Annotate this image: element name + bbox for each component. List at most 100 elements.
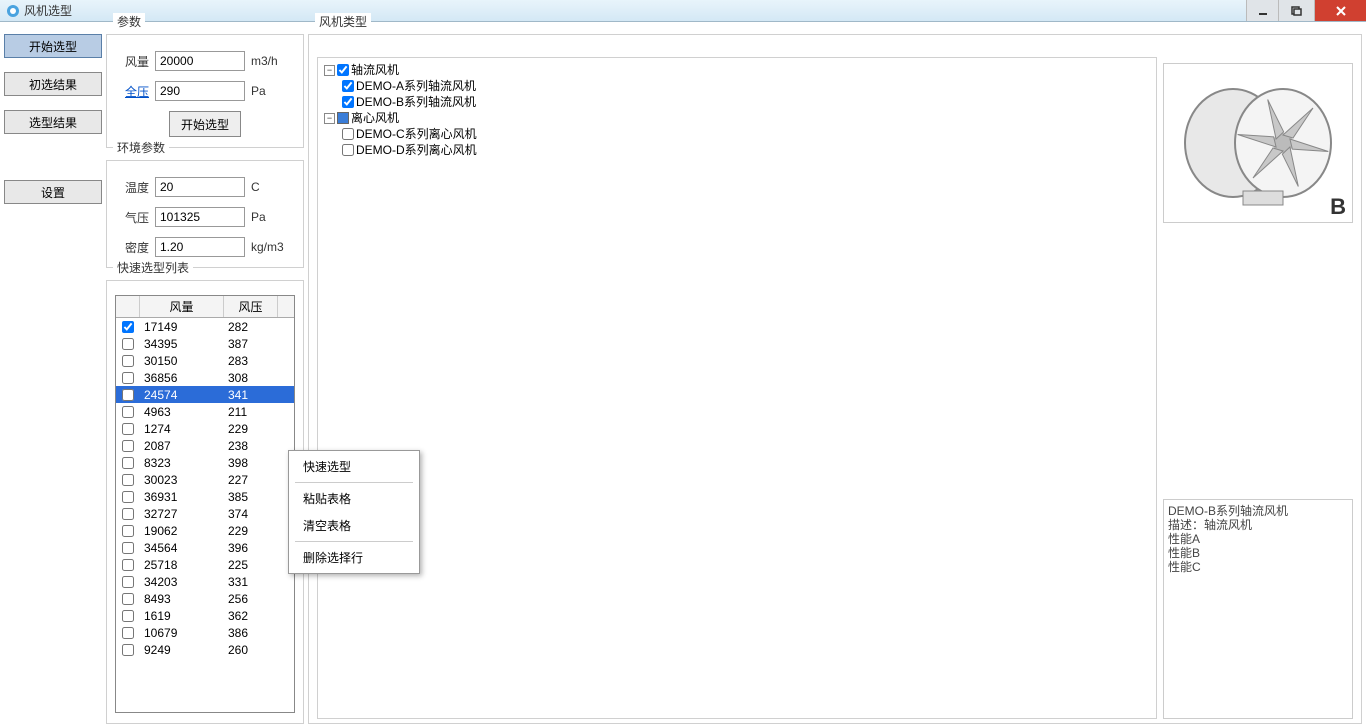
flow-unit: m3/h bbox=[251, 54, 285, 68]
tree-checkbox[interactable] bbox=[342, 80, 354, 92]
context-menu: 快速选型 粘贴表格 清空表格 删除选择行 bbox=[288, 450, 420, 574]
table-row[interactable]: 32727374 bbox=[116, 505, 294, 522]
window-title: 风机选型 bbox=[24, 2, 1246, 19]
row-checkbox[interactable] bbox=[122, 644, 134, 656]
row-checkbox[interactable] bbox=[122, 355, 134, 367]
tree-checkbox[interactable] bbox=[342, 96, 354, 108]
tree-node-demo-d[interactable]: DEMO-D系列离心风机 bbox=[356, 142, 477, 158]
tree-node-demo-c[interactable]: DEMO-C系列离心风机 bbox=[356, 126, 477, 142]
fan-preview-image: B bbox=[1163, 63, 1353, 223]
table-row[interactable]: 30150283 bbox=[116, 352, 294, 369]
menu-delete-row[interactable]: 删除选择行 bbox=[291, 544, 417, 571]
table-row[interactable]: 2087238 bbox=[116, 437, 294, 454]
cell-flow: 24574 bbox=[140, 388, 224, 402]
temp-input[interactable] bbox=[155, 177, 245, 197]
row-checkbox[interactable] bbox=[122, 372, 134, 384]
cell-flow: 32727 bbox=[140, 507, 224, 521]
titlebar: 风机选型 bbox=[0, 0, 1366, 22]
tree-node-demo-a[interactable]: DEMO-A系列轴流风机 bbox=[356, 78, 476, 94]
table-row[interactable]: 25718225 bbox=[116, 556, 294, 573]
row-checkbox[interactable] bbox=[122, 338, 134, 350]
row-checkbox[interactable] bbox=[122, 508, 134, 520]
row-checkbox[interactable] bbox=[122, 321, 134, 333]
cell-press: 260 bbox=[224, 643, 278, 657]
table-row[interactable]: 30023227 bbox=[116, 471, 294, 488]
density-input[interactable] bbox=[155, 237, 245, 257]
nav-prelim-result[interactable]: 初选结果 bbox=[4, 72, 102, 96]
close-button[interactable] bbox=[1314, 0, 1366, 21]
start-selection-button[interactable]: 开始选型 bbox=[169, 111, 241, 137]
row-checkbox[interactable] bbox=[122, 406, 134, 418]
row-checkbox[interactable] bbox=[122, 627, 134, 639]
flow-input[interactable] bbox=[155, 51, 245, 71]
nav-settings[interactable]: 设置 bbox=[4, 180, 102, 204]
quick-list-group: 快速选型列表 风量 风压 171492823439538730150283368… bbox=[106, 280, 304, 724]
tree-checkbox[interactable] bbox=[337, 64, 349, 76]
row-checkbox[interactable] bbox=[122, 474, 134, 486]
row-checkbox[interactable] bbox=[122, 491, 134, 503]
pressure-label-link[interactable]: 全压 bbox=[115, 83, 149, 100]
tree-node-demo-b[interactable]: DEMO-B系列轴流风机 bbox=[356, 94, 476, 110]
tree-checkbox[interactable] bbox=[342, 144, 354, 156]
expander-icon[interactable]: − bbox=[324, 65, 335, 76]
cell-flow: 34564 bbox=[140, 541, 224, 555]
menu-clear-table[interactable]: 清空表格 bbox=[291, 512, 417, 539]
row-checkbox[interactable] bbox=[122, 610, 134, 622]
row-checkbox[interactable] bbox=[122, 389, 134, 401]
tree-checkbox[interactable] bbox=[342, 128, 354, 140]
table-row[interactable]: 8323398 bbox=[116, 454, 294, 471]
table-row[interactable]: 34564396 bbox=[116, 539, 294, 556]
table-row[interactable]: 1619362 bbox=[116, 607, 294, 624]
row-checkbox[interactable] bbox=[122, 457, 134, 469]
cell-flow: 8493 bbox=[140, 592, 224, 606]
cell-flow: 4963 bbox=[140, 405, 224, 419]
table-row[interactable]: 8493256 bbox=[116, 590, 294, 607]
table-row[interactable]: 34395387 bbox=[116, 335, 294, 352]
col-press[interactable]: 风压 bbox=[224, 296, 278, 317]
cell-press: 398 bbox=[224, 456, 278, 470]
table-row[interactable]: 36931385 bbox=[116, 488, 294, 505]
cell-flow: 9249 bbox=[140, 643, 224, 657]
table-row[interactable]: 10679386 bbox=[116, 624, 294, 641]
nav-selection-result[interactable]: 选型结果 bbox=[4, 110, 102, 134]
menu-quick-select[interactable]: 快速选型 bbox=[291, 453, 417, 480]
row-checkbox[interactable] bbox=[122, 542, 134, 554]
tree-node-centrifugal[interactable]: 离心风机 bbox=[351, 110, 399, 126]
table-row[interactable]: 36856308 bbox=[116, 369, 294, 386]
row-checkbox[interactable] bbox=[122, 423, 134, 435]
table-row[interactable]: 34203331 bbox=[116, 573, 294, 590]
cell-press: 341 bbox=[224, 388, 278, 402]
quick-list-body[interactable]: 1714928234395387301502833685630824574341… bbox=[116, 318, 294, 712]
baro-label: 气压 bbox=[115, 209, 149, 226]
row-checkbox[interactable] bbox=[122, 525, 134, 537]
tree-checkbox-partial[interactable] bbox=[337, 112, 349, 124]
cell-flow: 19062 bbox=[140, 524, 224, 538]
cell-flow: 10679 bbox=[140, 626, 224, 640]
expander-icon[interactable]: − bbox=[324, 113, 335, 124]
table-row[interactable]: 4963211 bbox=[116, 403, 294, 420]
table-row[interactable]: 9249260 bbox=[116, 641, 294, 658]
fan-type-tree[interactable]: − 轴流风机 DEMO-A系列轴流风机 bbox=[317, 57, 1157, 719]
pressure-input[interactable] bbox=[155, 81, 245, 101]
row-checkbox[interactable] bbox=[122, 576, 134, 588]
quick-list-header: 风量 风压 bbox=[116, 296, 294, 318]
col-flow[interactable]: 风量 bbox=[140, 296, 224, 317]
nav-start-selection[interactable]: 开始选型 bbox=[4, 34, 102, 58]
table-row[interactable]: 19062229 bbox=[116, 522, 294, 539]
row-checkbox[interactable] bbox=[122, 559, 134, 571]
maximize-button[interactable] bbox=[1278, 0, 1314, 21]
baro-input[interactable] bbox=[155, 207, 245, 227]
table-row[interactable]: 17149282 bbox=[116, 318, 294, 335]
tree-node-axial[interactable]: 轴流风机 bbox=[351, 62, 399, 78]
table-row[interactable]: 1274229 bbox=[116, 420, 294, 437]
row-checkbox[interactable] bbox=[122, 440, 134, 452]
pressure-unit: Pa bbox=[251, 84, 285, 98]
row-checkbox[interactable] bbox=[122, 593, 134, 605]
fan-type-title: 风机类型 bbox=[315, 13, 371, 30]
menu-paste-table[interactable]: 粘贴表格 bbox=[291, 485, 417, 512]
cell-flow: 30023 bbox=[140, 473, 224, 487]
quick-list-title: 快速选型列表 bbox=[113, 259, 193, 276]
minimize-button[interactable] bbox=[1246, 0, 1278, 21]
table-row[interactable]: 24574341 bbox=[116, 386, 294, 403]
app-icon bbox=[6, 4, 20, 18]
